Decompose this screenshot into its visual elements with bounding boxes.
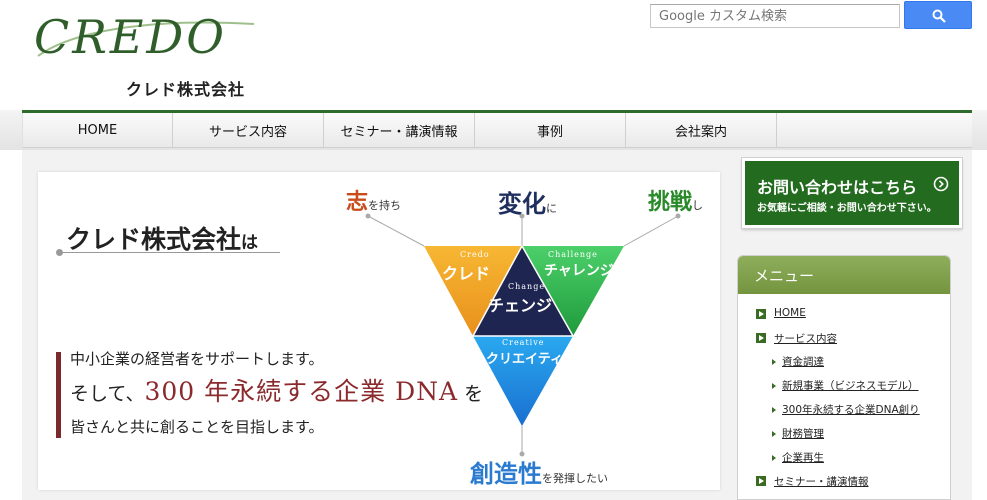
logo[interactable]: CREDO クレド株式会社 bbox=[34, 10, 264, 100]
arrow-right-icon bbox=[772, 455, 776, 461]
arrow-right-icon bbox=[756, 476, 766, 486]
nav-item-home[interactable]: HOME bbox=[22, 113, 173, 148]
search-button[interactable] bbox=[904, 1, 972, 29]
arrow-right-icon bbox=[772, 359, 776, 365]
arrow-right-icon bbox=[756, 333, 766, 343]
credo-label-ja: クレド bbox=[442, 264, 491, 283]
menu-item-revitalization[interactable]: 企業再生 bbox=[782, 450, 824, 465]
message-accent-bar bbox=[56, 352, 61, 438]
title-rule bbox=[60, 252, 280, 253]
message-line-3: 皆さんと共に創ることを目指します。 bbox=[70, 418, 324, 436]
search-input[interactable] bbox=[650, 4, 900, 28]
message-line-1: 中小企業の経営者をサポートします。 bbox=[70, 350, 324, 368]
keyword-chosen: 挑戦し bbox=[648, 189, 704, 215]
challenge-label-en: Challenge bbox=[548, 250, 598, 259]
credo-label-en: Credo bbox=[460, 250, 490, 259]
message-line-2: そして、300 年永続する企業 DNA を bbox=[70, 377, 484, 406]
keyword-sozo: 創造性を発揮したい bbox=[470, 459, 608, 488]
arrow-right-icon bbox=[756, 309, 766, 319]
creative-label-ja: クリエイティブ bbox=[486, 352, 576, 367]
global-nav: HOME サービス内容 セミナー・講演情報 事例 会社案内 bbox=[22, 110, 972, 148]
nav-item-seminars[interactable]: セミナー・講演情報 bbox=[324, 113, 475, 148]
change-label-ja: チェンジ bbox=[488, 296, 553, 315]
hero-title: クレド株式会社は bbox=[66, 225, 259, 254]
menu-item-corporate-dna[interactable]: 300年永続する企業DNA創り bbox=[782, 402, 920, 417]
hero-banner: クレド株式会社は 志を持ち 変化に 挑戦し 創造性を発揮したい Credo クレ… bbox=[38, 172, 720, 490]
circle-arrow-icon bbox=[933, 176, 949, 192]
keyword-henka: 変化に bbox=[498, 189, 557, 218]
arrow-right-icon bbox=[772, 407, 776, 413]
menu-item-new-business[interactable]: 新規事業（ビジネスモデル） bbox=[782, 378, 919, 393]
menu-heading: メニュー bbox=[738, 256, 950, 294]
change-label-en: Change bbox=[508, 282, 546, 291]
contact-sub-label: お気軽にご相談・お問い合わせ下さい。 bbox=[757, 203, 937, 214]
nav-item-services[interactable]: サービス内容 bbox=[173, 113, 324, 148]
menu-item-home[interactable]: HOME bbox=[774, 307, 806, 319]
arrow-right-icon bbox=[772, 383, 776, 389]
keyword-kokorozashi: 志を持ち bbox=[346, 189, 402, 215]
nav-item-company[interactable]: 会社案内 bbox=[626, 113, 777, 148]
menu-item-funding[interactable]: 資金調達 bbox=[782, 354, 824, 369]
menu-item-seminars[interactable]: セミナー・講演情報 bbox=[774, 474, 869, 489]
connector-line bbox=[623, 215, 679, 247]
company-name: クレド株式会社 bbox=[126, 80, 246, 99]
creative-label-en: Creative bbox=[502, 338, 545, 347]
sidebar-menu: メニュー HOME サービス内容 資金調達 新規事業（ビジネスモデル） 300年… bbox=[737, 255, 951, 500]
menu-item-services[interactable]: サービス内容 bbox=[774, 331, 837, 346]
contact-button[interactable]: お問い合わせはこちら お気軽にご相談・お問い合わせ下さい。 bbox=[742, 158, 962, 228]
arrow-right-icon bbox=[772, 431, 776, 437]
connector-line bbox=[367, 215, 425, 247]
challenge-label-ja: チャレンジ bbox=[544, 263, 614, 279]
search-icon bbox=[932, 9, 946, 23]
nav-item-cases[interactable]: 事例 bbox=[475, 113, 626, 148]
menu-item-finance[interactable]: 財務管理 bbox=[782, 426, 824, 441]
logo-text: CREDO bbox=[34, 10, 228, 64]
contact-main-label: お問い合わせはこちら bbox=[757, 178, 918, 197]
